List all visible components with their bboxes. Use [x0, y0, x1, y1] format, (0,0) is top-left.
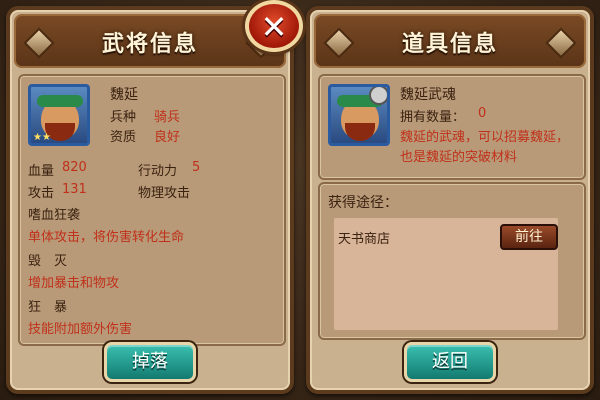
item-description: 魏延的武魂，可以招募魏延，也是魏延的突破材料 [400, 130, 570, 165]
ap-value: 5 [192, 160, 201, 175]
skill-name: 毁 灭 [28, 254, 68, 269]
goto-button[interactable]: 前往 [500, 224, 558, 250]
item-portrait[interactable] [328, 84, 390, 146]
hero-name: 魏延 [110, 87, 138, 103]
hero-beard [345, 123, 375, 141]
troop-label: 兵种 [110, 110, 137, 125]
item-name: 魏延武魂 [400, 87, 456, 103]
game-screen: 武将信息 ★★ 魏延 兵种 骑兵 资质 良好 血量 820 行动力 5 攻击 1… [0, 0, 600, 400]
close-button[interactable]: ✕ [245, 0, 303, 52]
soul-badge-icon [369, 87, 387, 105]
item-info-panel: 道具信息 魏延武魂 拥有数量： 0 魏延的武魂，可以招募魏延，也是魏延的突破材料… [306, 6, 594, 394]
star-icon: ★★ [33, 132, 51, 143]
hp-value: 820 [62, 160, 87, 175]
item-details-box: 魏延武魂 拥有数量： 0 魏延的武魂，可以招募魏延，也是魏延的突破材料 [318, 74, 586, 180]
hp-label: 血量 [28, 164, 55, 179]
hero-headband [37, 95, 83, 107]
atk-value: 131 [62, 182, 87, 197]
source-list: 天书商店 前往 [334, 218, 558, 330]
hero-details-box: ★★ 魏延 兵种 骑兵 资质 良好 血量 820 行动力 5 攻击 131 物理… [18, 74, 286, 346]
hero-info-panel: 武将信息 ★★ 魏延 兵种 骑兵 资质 良好 血量 820 行动力 5 攻击 1… [6, 6, 294, 394]
skill-name: 嗜血狂袭 [28, 208, 81, 223]
ap-label: 行动力 [138, 164, 178, 179]
back-button[interactable]: 返回 [404, 342, 496, 382]
quality-label: 资质 [110, 130, 137, 145]
item-info-header: 道具信息 [314, 14, 586, 68]
owned-value: 0 [478, 106, 487, 121]
skill-desc: 增加暴击和物攻 [28, 276, 120, 291]
skill-desc: 单体攻击，将伤害转化生命 [28, 230, 185, 245]
atk-type: 物理攻击 [138, 186, 191, 201]
troop-value: 骑兵 [154, 110, 181, 125]
quality-value: 良好 [154, 130, 181, 145]
hero-portrait[interactable]: ★★ [28, 84, 90, 146]
owned-label: 拥有数量： [400, 110, 466, 125]
atk-label: 攻击 [28, 186, 55, 201]
drop-button[interactable]: 掉落 [104, 342, 196, 382]
close-icon: ✕ [260, 8, 288, 46]
skill-desc: 技能附加额外伤害 [28, 322, 133, 337]
skill-name: 狂 暴 [28, 300, 68, 315]
source-box: 获得途径： 天书商店 前往 [318, 182, 586, 340]
source-title: 获得途径： [328, 195, 398, 211]
source-name: 天书商店 [338, 232, 391, 247]
